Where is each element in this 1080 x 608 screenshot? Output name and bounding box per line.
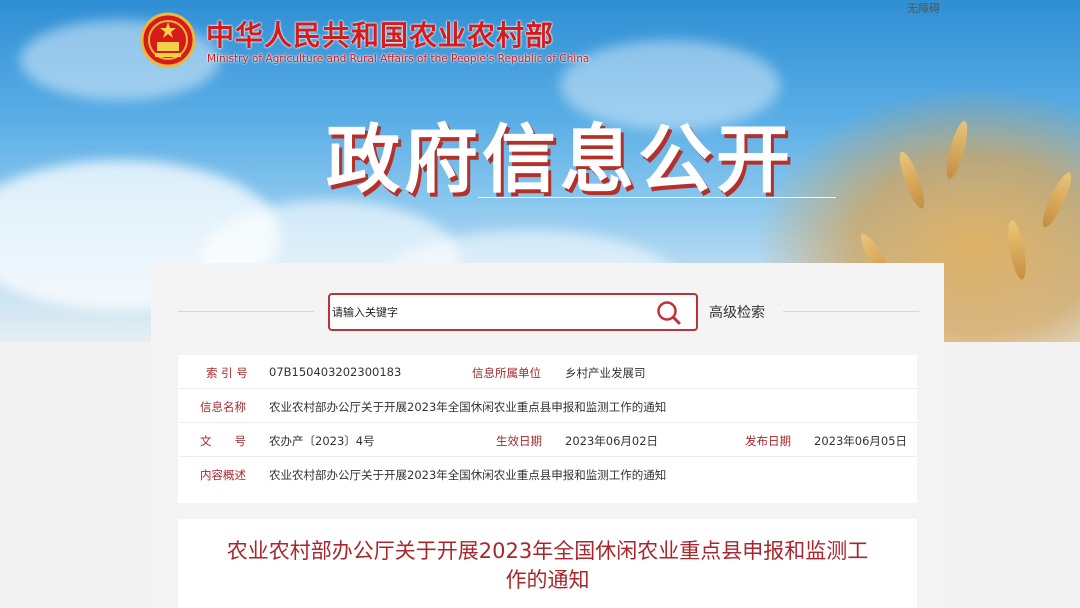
info-row: 索 引 号 07B150403202300183 信息所属单位 乡村产业发展司: [178, 355, 917, 389]
index-value: 07B150403202300183: [269, 365, 402, 379]
publish-date-value: 2023年06月05日: [814, 434, 908, 448]
search-input[interactable]: [330, 295, 640, 329]
ministry-name-en[interactable]: Ministry of Agriculture and Rural Affair…: [207, 53, 589, 65]
search-bar: 高级检索: [151, 293, 944, 331]
info-row: 信息名称 农业农村部办公厅关于开展2023年全国休闲农业重点县申报和监测工作的通…: [178, 389, 917, 423]
search-divider-left: [178, 311, 314, 312]
main-panel: 高级检索 索 引 号 07B150403202300183 信息所属单位 乡村产…: [151, 263, 944, 608]
hero-divider: [478, 197, 836, 198]
unit-value: 乡村产业发展司: [565, 366, 646, 380]
docno-label: 文 号: [200, 434, 246, 448]
advanced-search-link[interactable]: 高级检索: [709, 302, 765, 322]
effective-date-value: 2023年06月02日: [565, 434, 659, 448]
search-box: [328, 293, 698, 331]
summary-label: 内容概述: [200, 468, 246, 482]
effective-date-label: 生效日期: [496, 434, 542, 448]
publish-date-label: 发布日期: [745, 434, 791, 448]
document-card: 农业农村部办公厅关于开展2023年全国休闲农业重点县申报和监测工作的通知: [178, 519, 917, 608]
name-value: 农业农村部办公厅关于开展2023年全国休闲农业重点县申报和监测工作的通知: [269, 400, 667, 414]
summary-value: 农业农村部办公厅关于开展2023年全国休闲农业重点县申报和监测工作的通知: [269, 468, 667, 482]
name-label: 信息名称: [200, 400, 246, 414]
info-row: 内容概述 农业农村部办公厅关于开展2023年全国休闲农业重点县申报和监测工作的通…: [178, 457, 917, 491]
docno-value: 农办产〔2023〕4号: [269, 434, 375, 448]
accessibility-link[interactable]: 无障碍: [907, 0, 940, 16]
document-title: 农业农村部办公厅关于开展2023年全国休闲农业重点县申报和监测工作的通知: [226, 539, 869, 592]
search-icon[interactable]: [656, 300, 682, 326]
search-divider-right: [783, 311, 919, 312]
info-table: 索 引 号 07B150403202300183 信息所属单位 乡村产业发展司 …: [178, 355, 917, 503]
page-hero-title: 政府信息公开: [326, 117, 794, 203]
national-emblem-icon[interactable]: [140, 12, 196, 68]
info-row: 文 号 农办产〔2023〕4号 生效日期 2023年06月02日 发布日期 20…: [178, 423, 917, 457]
ministry-name-cn[interactable]: 中华人民共和国农业农村部: [206, 14, 554, 54]
unit-label: 信息所属单位: [472, 366, 541, 380]
index-label: 索 引 号: [206, 366, 248, 380]
